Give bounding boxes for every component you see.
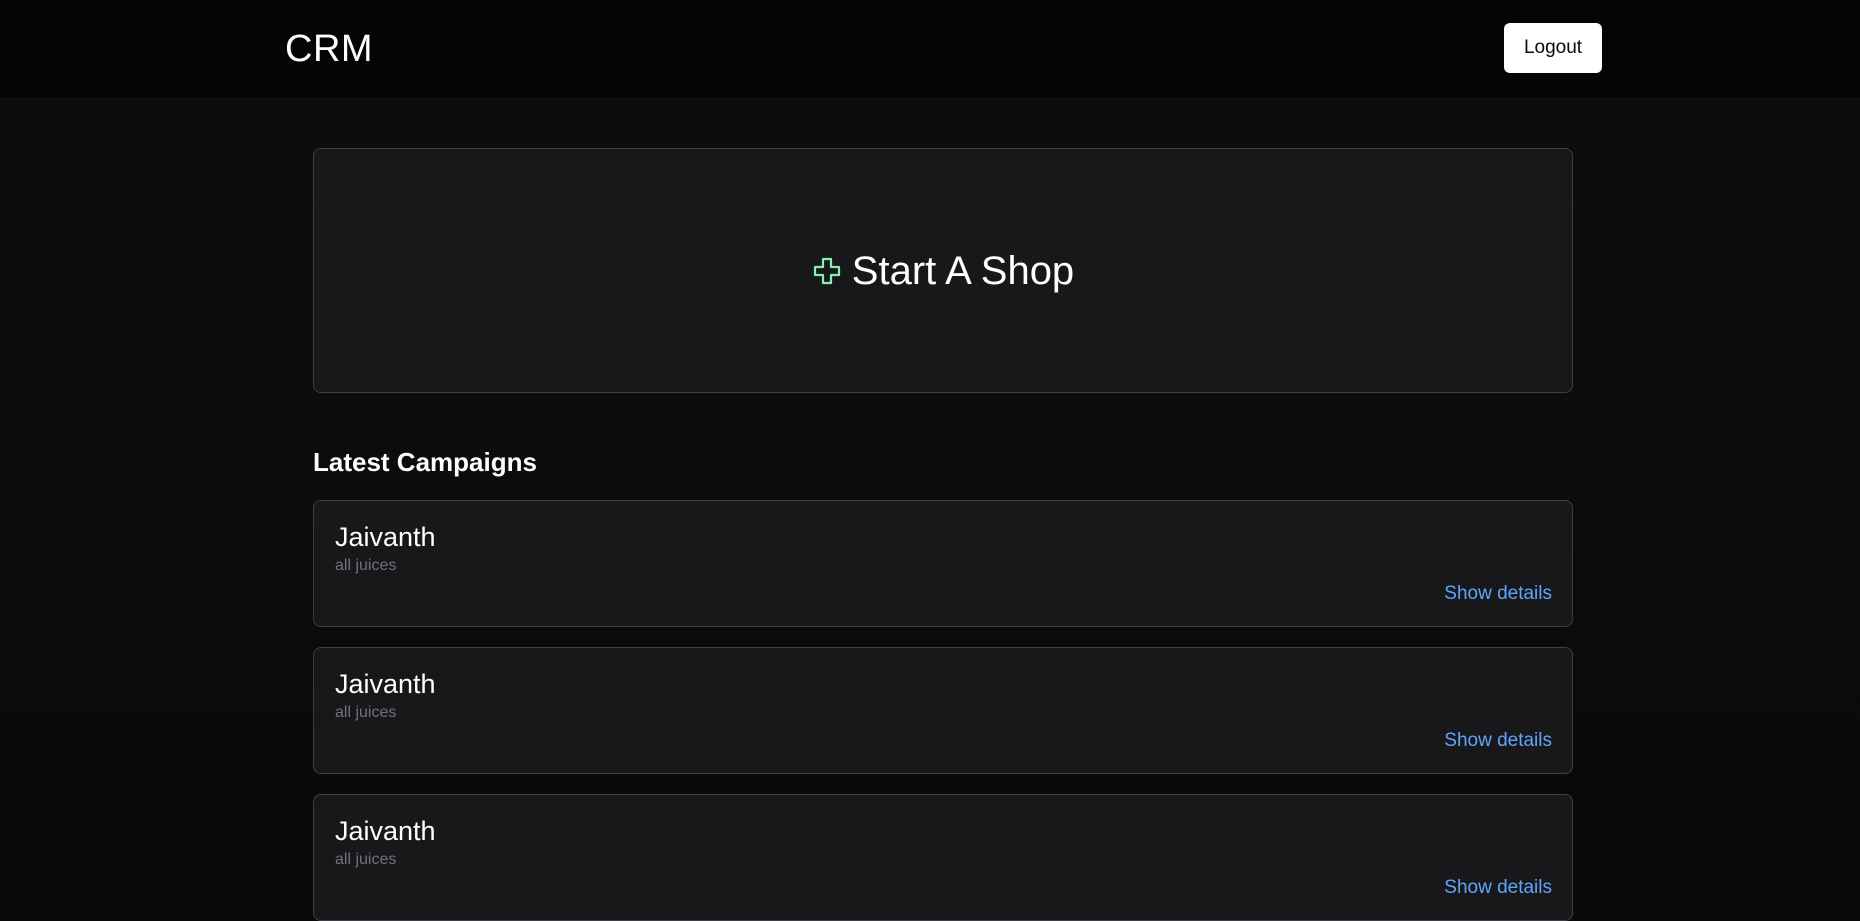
campaign-name: Jaivanth	[335, 522, 436, 552]
plus-icon	[813, 257, 840, 284]
campaign-name: Jaivanth	[335, 669, 436, 699]
show-details-link[interactable]: Show details	[1444, 876, 1552, 900]
campaign-description: all juices	[335, 704, 397, 721]
campaign-card: Jaivanth all juices Show details	[313, 500, 1573, 627]
start-shop-card[interactable]: Start A Shop	[313, 148, 1573, 393]
campaign-name: Jaivanth	[335, 816, 436, 846]
brand-logo[interactable]: CRM	[285, 26, 373, 72]
campaign-description: all juices	[335, 851, 397, 868]
show-details-link[interactable]: Show details	[1444, 582, 1552, 606]
show-details-link[interactable]: Show details	[1444, 729, 1552, 753]
campaign-card: Jaivanth all juices Show details	[313, 647, 1573, 774]
top-navbar: CRM Logout	[0, 0, 1860, 98]
logout-button[interactable]: Logout	[1504, 23, 1602, 73]
start-shop-label: Start A Shop	[851, 248, 1075, 293]
latest-campaigns-heading: Latest Campaigns	[313, 447, 537, 477]
campaign-card: Jaivanth all juices Show details	[313, 794, 1573, 921]
campaign-description: all juices	[335, 557, 397, 574]
start-shop-content: Start A Shop	[812, 247, 1074, 295]
